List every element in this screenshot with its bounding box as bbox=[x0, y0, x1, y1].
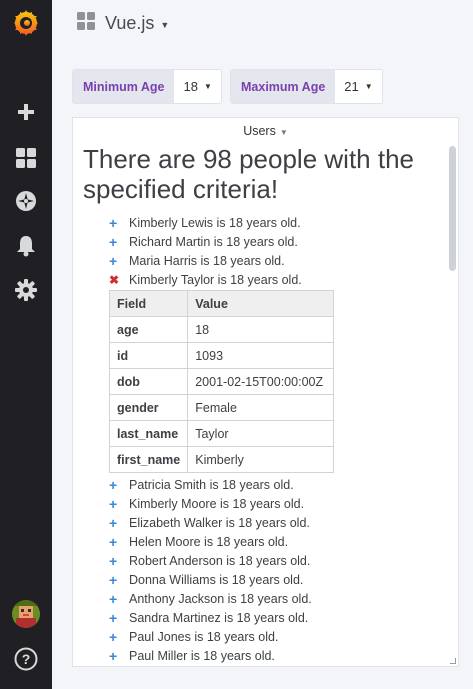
list-item[interactable]: + Robert Anderson is 18 years old. bbox=[109, 551, 439, 570]
value-cell: 18 bbox=[187, 316, 335, 343]
expand-plus-icon: + bbox=[109, 552, 118, 569]
dashboards-icon[interactable] bbox=[0, 138, 52, 178]
variable-value-maximum-age: 21 bbox=[344, 79, 359, 94]
expand-plus-icon: + bbox=[109, 628, 118, 645]
person-label: Sandra Martinez is 18 years old. bbox=[129, 610, 309, 625]
column-header-value: Value bbox=[187, 290, 335, 317]
variable-label-maximum-age: Maximum Age bbox=[231, 70, 336, 103]
expand-plus-icon: + bbox=[109, 609, 118, 626]
variable-maximum-age: Maximum Age 21 ▼ bbox=[230, 69, 383, 104]
field-cell: first_name bbox=[108, 446, 189, 473]
list-item[interactable]: + Maria Harris is 18 years old. bbox=[109, 251, 439, 270]
people-list: + Kimberly Lewis is 18 years old. + Richar… bbox=[108, 213, 439, 665]
person-label: Patricia Smith is 18 years old. bbox=[129, 477, 294, 492]
dashboard-title-picker[interactable]: Vue.js ▼ bbox=[76, 10, 169, 36]
expand-plus-icon: + bbox=[109, 495, 118, 512]
list-item[interactable]: + Paul Miller is 18 years old. bbox=[109, 646, 439, 665]
plus-icon[interactable] bbox=[0, 92, 52, 132]
person-label: Helen Moore is 18 years old. bbox=[129, 534, 289, 549]
person-label: Paul Miller is 18 years old. bbox=[129, 648, 275, 663]
list-item[interactable]: + Donna Williams is 18 years old. bbox=[109, 570, 439, 589]
panel-scrollbar[interactable] bbox=[449, 146, 456, 271]
chevron-down-icon: ▼ bbox=[279, 128, 288, 137]
grafana-logo-icon[interactable] bbox=[0, 3, 52, 43]
list-item-expanded[interactable]: ✖ Kimberly Taylor is 18 years old. bbox=[109, 270, 439, 289]
column-header-field: Field bbox=[108, 290, 189, 317]
chevron-down-icon: ▼ bbox=[160, 19, 170, 30]
person-label: Kimberly Moore is 18 years old. bbox=[129, 496, 305, 511]
users-panel: Users ▼ There are 98 people with the spec… bbox=[72, 117, 459, 667]
expand-plus-icon: + bbox=[109, 590, 118, 607]
person-label: Anthony Jackson is 18 years old. bbox=[129, 591, 312, 606]
dashboard-grid-icon bbox=[76, 11, 96, 36]
value-cell: 2001-02-15T00:00:00Z bbox=[187, 368, 335, 395]
explore-compass-icon[interactable] bbox=[0, 181, 52, 221]
table-row: id 1093 bbox=[108, 342, 335, 369]
field-cell: dob bbox=[108, 368, 189, 395]
person-label: Richard Martin is 18 years old. bbox=[129, 234, 298, 249]
table-row: age 18 bbox=[108, 316, 335, 343]
value-cell: Kimberly bbox=[187, 446, 335, 473]
list-item[interactable]: + Anthony Jackson is 18 years old. bbox=[109, 589, 439, 608]
results-heading: There are 98 people with the specified c… bbox=[83, 144, 414, 204]
collapse-x-icon: ✖ bbox=[109, 272, 120, 287]
configuration-gear-icon[interactable] bbox=[0, 270, 52, 310]
list-item[interactable]: + Richard Martin is 18 years old. bbox=[109, 232, 439, 251]
alerting-bell-icon[interactable] bbox=[0, 226, 52, 266]
value-cell: Female bbox=[187, 394, 335, 421]
table-header-row: Field Value bbox=[108, 290, 335, 317]
user-avatar-icon[interactable] bbox=[0, 594, 52, 634]
table-row: first_name Kimberly bbox=[108, 446, 335, 473]
list-item[interactable]: + Paul Jones is 18 years old. bbox=[109, 627, 439, 646]
person-label: Paul Jones is 18 years old. bbox=[129, 629, 279, 644]
chevron-down-icon: ▼ bbox=[203, 82, 212, 91]
dashboard-title: Vue.js bbox=[105, 12, 155, 33]
variable-label-minimum-age: Minimum Age bbox=[73, 70, 175, 103]
svg-text:?: ? bbox=[22, 651, 31, 667]
expand-plus-icon: + bbox=[109, 252, 118, 269]
expand-plus-icon: + bbox=[109, 514, 118, 531]
list-item[interactable]: + Kimberly Moore is 18 years old. bbox=[109, 494, 439, 513]
list-item[interactable]: + Patricia Smith is 18 years old. bbox=[109, 475, 439, 494]
table-row: gender Female bbox=[108, 394, 335, 421]
variable-select-maximum-age[interactable]: 21 ▼ bbox=[335, 70, 382, 103]
value-cell: Taylor bbox=[187, 420, 335, 447]
person-label: Robert Anderson is 18 years old. bbox=[129, 553, 311, 568]
value-cell: 1093 bbox=[187, 342, 335, 369]
field-cell: id bbox=[108, 342, 189, 369]
field-cell: age bbox=[108, 316, 189, 343]
main-area: Vue.js ▼ Minimum Age 18 ▼ Maximum Age 21… bbox=[52, 0, 473, 689]
field-cell: gender bbox=[108, 394, 189, 421]
list-item[interactable]: + Elizabeth Walker is 18 years old. bbox=[109, 513, 439, 532]
list-item[interactable]: + Kimberly Lewis is 18 years old. bbox=[109, 213, 439, 232]
person-label: Elizabeth Walker is 18 years old. bbox=[129, 515, 310, 530]
expand-plus-icon: + bbox=[109, 214, 118, 231]
list-item[interactable]: + Sandra Martinez is 18 years old. bbox=[109, 608, 439, 627]
person-label: Maria Harris is 18 years old. bbox=[129, 253, 285, 268]
variable-minimum-age: Minimum Age 18 ▼ bbox=[72, 69, 222, 104]
list-item[interactable]: + Helen Moore is 18 years old. bbox=[109, 532, 439, 551]
person-label: Kimberly Lewis is 18 years old. bbox=[129, 215, 301, 230]
expand-plus-icon: + bbox=[109, 233, 118, 250]
help-icon[interactable]: ? bbox=[0, 639, 52, 679]
expand-plus-icon: + bbox=[109, 476, 118, 493]
sidebar: ? bbox=[0, 0, 52, 689]
panel-resize-handle[interactable] bbox=[450, 658, 456, 664]
table-row: last_name Taylor bbox=[108, 420, 335, 447]
variable-value-minimum-age: 18 bbox=[183, 79, 198, 94]
field-cell: last_name bbox=[108, 420, 189, 447]
expand-plus-icon: + bbox=[109, 571, 118, 588]
panel-title-menu[interactable]: Users ▼ bbox=[73, 124, 458, 138]
person-label: Kimberly Taylor is 18 years old. bbox=[129, 272, 302, 287]
person-details-table: Field Value age 18 id 1093 dob 2001-02-15T0… bbox=[108, 290, 335, 473]
person-label: Donna Williams is 18 years old. bbox=[129, 572, 304, 587]
chevron-down-icon: ▼ bbox=[364, 82, 373, 91]
panel-title: Users bbox=[243, 124, 276, 138]
expand-plus-icon: + bbox=[109, 647, 118, 664]
variable-select-minimum-age[interactable]: 18 ▼ bbox=[174, 70, 221, 103]
expand-plus-icon: + bbox=[109, 533, 118, 550]
table-row: dob 2001-02-15T00:00:00Z bbox=[108, 368, 335, 395]
